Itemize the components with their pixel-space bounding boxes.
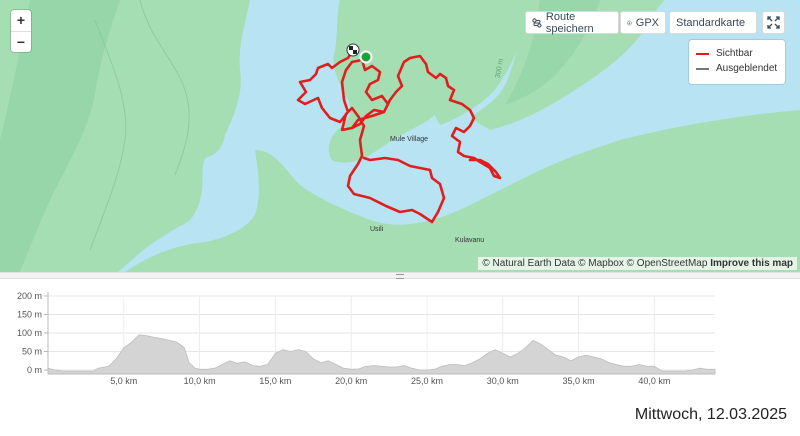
- place-label-kulavanu: Kulavanu: [455, 237, 485, 244]
- fullscreen-icon: [767, 16, 780, 29]
- grip-icon: [396, 274, 404, 279]
- save-route-label: Route speichern: [545, 10, 594, 35]
- download-icon: [627, 20, 632, 25]
- map-attribution: © Natural Earth Data © Mapbox © OpenStre…: [478, 257, 797, 270]
- x-tick-label: 25,0 km: [411, 376, 443, 386]
- date-caption: Mittwoch, 12.03.2025: [634, 406, 787, 423]
- y-tick-label: 150 m: [17, 310, 42, 320]
- improve-map-link[interactable]: Improve this map: [710, 258, 793, 269]
- y-tick-label: 100 m: [17, 328, 42, 338]
- fullscreen-button[interactable]: [762, 11, 785, 34]
- map-style-label: Standardkarte: [676, 16, 746, 29]
- x-tick-label: 30,0 km: [487, 376, 519, 386]
- start-marker: [359, 50, 373, 64]
- x-tick-label: 5,0 km: [110, 376, 137, 386]
- map-style-dropdown[interactable]: Standardkarte: [669, 11, 757, 34]
- gpx-label: GPX: [635, 16, 659, 29]
- gpx-download-button[interactable]: GPX: [620, 11, 666, 34]
- x-tick-label: 35,0 km: [563, 376, 595, 386]
- legend-label-visible: Sichtbar: [716, 48, 753, 59]
- zoom-control: + −: [11, 10, 31, 52]
- route-icon: [532, 17, 542, 28]
- elevation-area: [47, 334, 716, 375]
- legend-swatch-visible: [696, 52, 709, 55]
- zoom-in-button[interactable]: +: [11, 10, 31, 31]
- legend-swatch-hidden: [696, 67, 709, 70]
- place-label-village: Mule Village: [390, 136, 429, 143]
- legend-item-hidden[interactable]: Ausgeblendet: [696, 61, 785, 76]
- x-tick-label: 10,0 km: [184, 376, 216, 386]
- attribution-text: © Natural Earth Data © Mapbox © OpenStre…: [482, 258, 708, 269]
- save-route-button[interactable]: Route speichern: [525, 10, 619, 35]
- map-view[interactable]: Mule Village Usili Kulavanu 300 m + − Ro…: [0, 0, 800, 272]
- route-legend: Sichtbar Ausgeblendet: [689, 40, 785, 84]
- y-tick-label: 200 m: [17, 291, 42, 301]
- zoom-out-button[interactable]: −: [11, 31, 31, 53]
- finish-flag-icon: [346, 43, 360, 57]
- x-tick-label: 15,0 km: [259, 376, 291, 386]
- x-tick-label: 20,0 km: [335, 376, 367, 386]
- elevation-profile[interactable]: 0 m 50 m 100 m 150 m 200 m 5,0 km 10,0 km 15,0 …: [0, 282, 800, 394]
- y-tick-label: 50 m: [22, 347, 42, 357]
- legend-label-hidden: Ausgeblendet: [716, 63, 778, 74]
- legend-item-visible[interactable]: Sichtbar: [696, 46, 785, 61]
- y-tick-label: 0 m: [27, 365, 42, 375]
- resize-handle[interactable]: [0, 272, 800, 279]
- x-tick-label: 40,0 km: [638, 376, 670, 386]
- place-label-usili: Usili: [370, 226, 384, 233]
